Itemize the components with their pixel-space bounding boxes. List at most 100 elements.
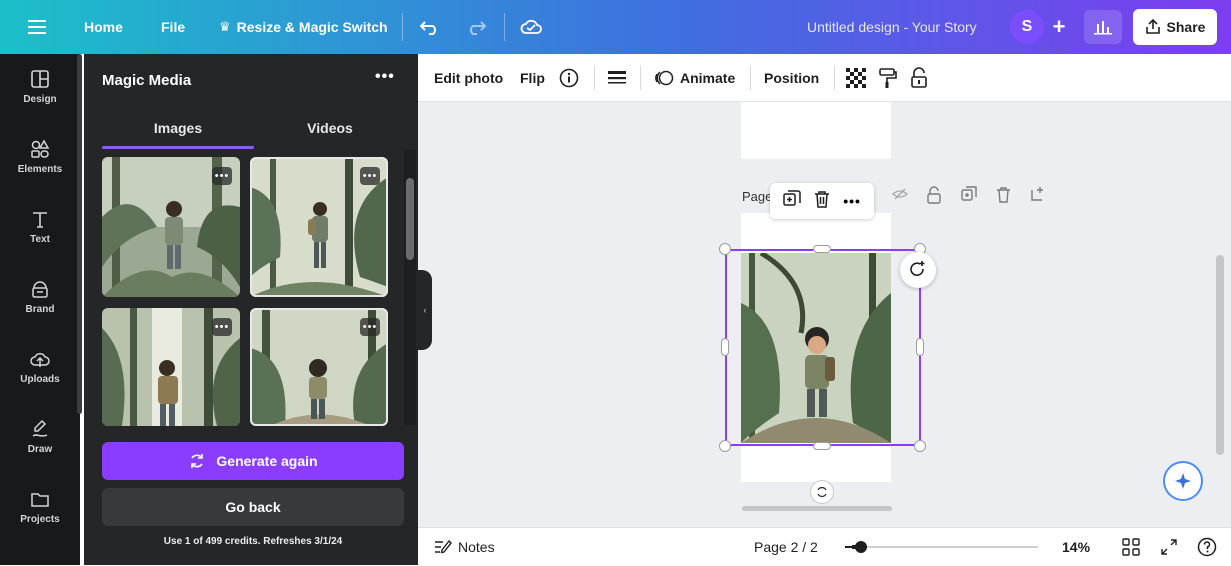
magic-assistant-icon[interactable] [1163,461,1203,501]
hide-page-icon[interactable] [892,186,908,207]
page-indicator[interactable]: Page 2 / 2 [754,528,818,566]
resize-handle[interactable] [914,440,926,452]
delete-page-icon[interactable] [996,186,1011,208]
copy-style-icon[interactable] [878,54,898,102]
rail-item-design[interactable]: Design [0,56,80,116]
result-image[interactable]: ••• [102,157,240,297]
border-style-icon[interactable] [608,54,626,102]
lock-icon[interactable] [910,54,928,102]
shapes-icon [31,138,50,158]
rail-item-draw[interactable]: Draw [0,406,80,466]
rail-item-brand[interactable]: Brand [0,266,80,326]
brand-icon [32,280,48,298]
rail-label: Draw [27,443,53,455]
go-back-button[interactable]: Go back [102,488,404,526]
position-button[interactable]: Position [764,54,819,102]
rail-label: Design [23,93,57,105]
info-icon[interactable] [559,54,579,102]
zoom-level[interactable]: 14% [1062,528,1090,566]
file-menu[interactable]: File [161,0,185,54]
animate-button[interactable]: Animate [654,54,735,102]
refresh-icon [191,454,204,468]
flip-button[interactable]: Flip [520,54,545,102]
notes-button[interactable]: Notes [434,528,495,566]
cloud-saved-icon[interactable] [520,0,542,54]
resize-handle[interactable] [916,338,924,356]
zoom-slider[interactable] [852,546,1038,548]
rail-label: Brand [25,303,55,315]
layout-icon [31,69,49,88]
help-icon[interactable] [1197,537,1217,560]
folder-icon [31,492,49,507]
image-more-icon[interactable]: ••• [212,167,232,185]
panel-title: Magic Media [102,72,192,89]
divider [504,13,505,41]
add-page-icon[interactable] [1030,186,1046,207]
resize-handle[interactable] [813,245,831,253]
lock-page-icon[interactable] [926,186,942,209]
share-label: Share [1166,19,1206,35]
insights-icon[interactable] [1084,10,1122,44]
result-image[interactable]: ••• [102,308,240,426]
home-button[interactable]: Home [84,0,123,54]
edit-photo-button[interactable]: Edit photo [434,54,503,102]
avatar[interactable]: S [1010,10,1044,44]
draw-icon [32,419,48,437]
animate-icon [655,70,674,86]
page-actions-popup: ••• [770,183,874,219]
rail-item-elements[interactable]: Elements [0,126,80,186]
generate-again-button[interactable]: Generate again [102,442,404,480]
share-icon [1145,19,1160,34]
duplicate-page-icon[interactable] [961,186,977,207]
rail-item-uploads[interactable]: Uploads [0,336,80,396]
rail-label: Projects [20,513,60,525]
more-options-icon[interactable]: ••• [843,193,861,209]
generate-again-label: Generate again [216,453,318,469]
results-scrollbar-thumb[interactable] [406,178,414,260]
zoom-slider-handle[interactable] [855,541,868,553]
selection-box[interactable] [725,249,921,446]
resize-handle[interactable] [721,338,729,356]
resize-handle[interactable] [719,440,731,452]
transparency-icon[interactable] [846,54,866,102]
fullscreen-icon[interactable] [1160,538,1178,559]
page-label: Page [742,189,773,204]
text-icon [33,211,47,228]
document-title[interactable]: Untitled design - Your Story [807,0,977,54]
animate-label: Animate [680,70,736,86]
vertical-scrollbar[interactable] [1216,255,1224,455]
horizontal-scrollbar[interactable] [742,506,892,511]
more-options-icon[interactable]: ••• [375,68,395,86]
resize-label: Resize & Magic Switch [236,19,388,35]
divider [834,66,835,90]
resize-magic-switch-button[interactable]: ♛ Resize & Magic Switch [219,0,388,54]
share-button[interactable]: Share [1133,9,1217,45]
grid-view-icon[interactable] [1122,538,1140,559]
crown-icon: ♛ [219,19,231,34]
rotate-icon[interactable] [900,252,936,288]
refresh-page-icon[interactable] [810,480,834,504]
result-image[interactable]: ••• [250,157,388,297]
redo-icon[interactable] [466,0,486,54]
page-1-preview[interactable] [741,102,891,159]
delete-page-icon[interactable] [814,190,830,213]
rail-item-projects[interactable]: Projects [0,476,80,536]
tab-images[interactable]: Images [102,120,254,136]
tab-videos[interactable]: Videos [254,120,406,136]
main-menu-icon[interactable] [28,0,46,54]
rail-scrollbar[interactable] [77,54,82,414]
resize-handle[interactable] [813,442,831,450]
add-collaborator-icon[interactable]: + [1044,10,1074,44]
resize-handle[interactable] [719,243,731,255]
collapse-panel-handle[interactable]: ‹ [418,270,432,350]
divider [594,66,595,90]
image-more-icon[interactable]: ••• [360,167,380,185]
undo-icon[interactable] [420,0,440,54]
rail-label: Uploads [20,373,60,385]
image-more-icon[interactable]: ••• [360,318,380,336]
rail-item-text[interactable]: Text [0,196,80,256]
side-rail: Design Elements Text Brand Uploads Draw … [0,54,80,565]
result-image[interactable]: ••• [250,308,388,426]
image-more-icon[interactable]: ••• [212,318,232,336]
duplicate-page-icon[interactable] [783,189,801,213]
